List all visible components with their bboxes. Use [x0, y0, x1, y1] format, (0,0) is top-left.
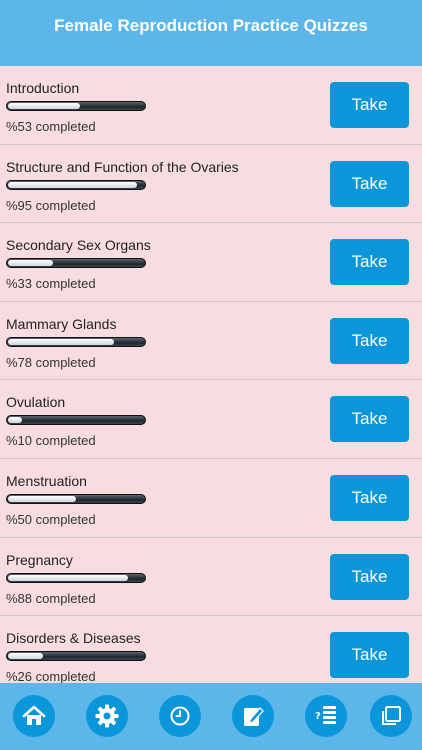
quiz-title: Pregnancy [6, 551, 73, 568]
progress-bar [6, 415, 146, 426]
list-item: Secondary Sex Organs %33 completed Take [0, 223, 422, 302]
tab-home[interactable] [13, 695, 55, 737]
edit-note-icon [244, 707, 264, 726]
quiz-title: Disorders & Diseases [6, 630, 141, 647]
progress-text: %95 completed [6, 197, 96, 213]
progress-fill [8, 653, 44, 660]
quiz-list[interactable]: Introduction %53 completed Take Structur… [0, 66, 422, 683]
tab-notes[interactable] [232, 695, 274, 737]
take-button[interactable]: Take [330, 317, 409, 364]
page-title: Female Reproduction Practice Quizzes [54, 16, 368, 35]
quiz-title: Introduction [6, 80, 80, 96]
tab-more[interactable] [370, 695, 412, 737]
progress-bar [6, 101, 146, 111]
copy-icon [382, 706, 401, 725]
take-button[interactable]: Take [330, 632, 409, 679]
tab-history[interactable] [159, 695, 201, 737]
quiz-title: Secondary Sex Organs [6, 237, 151, 254]
home-icon [22, 705, 46, 725]
progress-fill [8, 417, 22, 424]
progress-bar [6, 179, 146, 190]
progress-fill [8, 574, 128, 581]
quiz-title: Mammary Glands [6, 315, 117, 332]
quiz-title: Menstruation [6, 472, 87, 489]
list-item: Structure and Function of the Ovaries %9… [0, 145, 422, 224]
bottom-tab-bar: ? [0, 683, 422, 750]
progress-bar [6, 258, 146, 269]
take-button[interactable]: Take [330, 160, 409, 207]
app-header: Female Reproduction Practice Quizzes [0, 0, 422, 66]
progress-text: %50 completed [6, 511, 96, 527]
progress-bar [6, 493, 146, 504]
progress-text: %88 completed [6, 590, 96, 606]
progress-text: %26 completed [6, 669, 96, 683]
take-button[interactable]: Take [330, 474, 409, 521]
svg-text:?: ? [315, 711, 321, 722]
list-item: Disorders & Diseases %26 completed Take [0, 616, 422, 683]
progress-fill [8, 495, 76, 502]
tab-quiz-list[interactable]: ? [305, 695, 347, 737]
progress-bar [6, 572, 146, 583]
progress-text: %78 completed [6, 354, 96, 370]
quiz-title: Structure and Function of the Ovaries [6, 158, 239, 175]
list-item: Mammary Glands %78 completed Take [0, 302, 422, 381]
list-item: Introduction %53 completed Take [0, 66, 422, 145]
progress-bar [6, 336, 146, 347]
clock-icon [170, 706, 190, 726]
progress-text: %33 completed [6, 276, 96, 292]
quiz-list-icon: ? [315, 706, 336, 724]
quiz-title: Ovulation [6, 394, 66, 411]
take-button[interactable]: Take [330, 82, 409, 128]
list-item: Pregnancy %88 completed Take [0, 538, 422, 617]
progress-text: %10 completed [6, 433, 96, 449]
progress-bar [6, 651, 146, 662]
tab-settings[interactable] [86, 695, 128, 737]
progress-fill [8, 103, 81, 109]
progress-fill [8, 338, 115, 345]
progress-text: %53 completed [6, 119, 96, 134]
take-button[interactable]: Take [330, 239, 409, 286]
progress-fill [8, 181, 138, 188]
gear-icon [95, 704, 119, 728]
progress-fill [8, 260, 53, 267]
list-item: Ovulation %10 completed Take [0, 380, 422, 459]
take-button[interactable]: Take [330, 553, 409, 600]
take-button[interactable]: Take [330, 396, 409, 443]
list-item: Menstruation %50 completed Take [0, 459, 422, 538]
